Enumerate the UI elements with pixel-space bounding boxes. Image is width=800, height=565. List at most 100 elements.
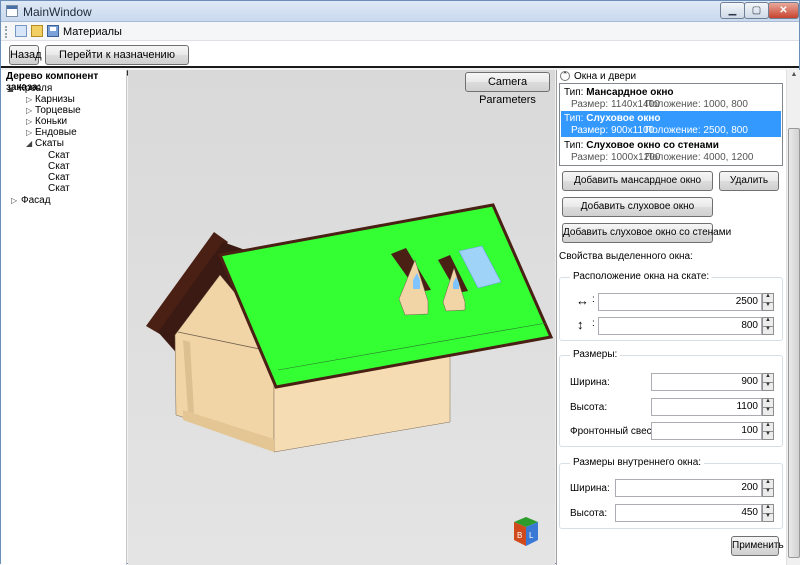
width-label: Ширина: bbox=[570, 377, 610, 388]
expand-arrow-icon[interactable]: ▷ bbox=[26, 128, 32, 137]
add-dormer-window-button[interactable]: Добавить слуховое окно bbox=[562, 197, 713, 217]
spinner-icon[interactable] bbox=[762, 398, 774, 416]
size-prefix: Размер: bbox=[571, 99, 609, 110]
back-button[interactable]: Назад bbox=[9, 45, 42, 65]
goto-materials-button[interactable]: Перейти к назначению материалов bbox=[45, 45, 189, 79]
tree-node-slope[interactable]: Скат bbox=[48, 172, 70, 183]
gable-overhang-label: Фронтонный свес: bbox=[570, 426, 655, 437]
inner-window-group: Размеры внутреннего окна: Ширина: 200 Вы… bbox=[559, 457, 783, 529]
tree-node-slope[interactable]: Скат bbox=[48, 183, 70, 194]
list-item[interactable]: Тип: Мансардное окно Размер: 1140x1400 П… bbox=[561, 85, 781, 111]
size-group: Размеры: Ширина: 900 Высота: 1100 Фронто… bbox=[559, 349, 783, 447]
toolbar-grip bbox=[5, 26, 8, 38]
inner-group-title: Размеры внутреннего окна: bbox=[570, 457, 705, 468]
cube-label-back: B bbox=[517, 531, 522, 540]
menu-materials[interactable]: Материалы bbox=[63, 26, 122, 38]
position-vertical-input[interactable]: 800 bbox=[598, 317, 762, 335]
inner-width-label: Ширина: bbox=[570, 483, 610, 494]
window-type: Слуховое окно bbox=[586, 113, 661, 124]
window-position: 4000, 1200 bbox=[703, 152, 754, 163]
tree-node-facade[interactable]: Фасад bbox=[21, 195, 51, 206]
title-bar: MainWindow ▁ ▢ ✕ bbox=[1, 1, 799, 22]
spinner-icon[interactable] bbox=[762, 479, 774, 497]
list-item-selected[interactable]: Тип: Слуховое окно Размер: 900x1100 Поло… bbox=[561, 111, 781, 137]
position-prefix: Положение: bbox=[645, 99, 701, 110]
expand-arrow-icon[interactable]: ▷ bbox=[26, 95, 32, 104]
toolbar: Материалы bbox=[1, 22, 799, 41]
expand-arrow-icon[interactable]: ▷ bbox=[26, 106, 32, 115]
new-document-icon[interactable] bbox=[15, 25, 27, 37]
roof-front-slope bbox=[217, 203, 554, 389]
spinner-icon[interactable] bbox=[762, 317, 774, 335]
spinner-icon[interactable] bbox=[762, 422, 774, 440]
size-group-title: Размеры: bbox=[570, 349, 621, 360]
delete-button[interactable]: Удалить bbox=[719, 171, 779, 191]
add-mansard-window-button[interactable]: Добавить мансардное окно bbox=[562, 171, 713, 191]
expand-arrow-icon[interactable]: ▷ bbox=[26, 117, 32, 126]
scrollbar-thumb[interactable] bbox=[788, 128, 800, 558]
save-icon[interactable] bbox=[47, 25, 59, 37]
window-position: 1000, 800 bbox=[703, 99, 748, 110]
maximize-button[interactable]: ▢ bbox=[744, 2, 769, 19]
window-position: 2500, 800 bbox=[703, 125, 748, 136]
tree-node-slope[interactable]: Скат bbox=[48, 161, 70, 172]
minimize-button[interactable]: ▁ bbox=[720, 2, 745, 19]
add-walled-dormer-button[interactable]: Добавить слуховое окно со стенами bbox=[562, 223, 731, 243]
position-horizontal-input[interactable]: 2500 bbox=[598, 293, 762, 311]
properties-label: Свойства выделенного окна: bbox=[559, 251, 693, 262]
gable-overhang-input[interactable]: 100 bbox=[651, 422, 762, 440]
windows-panel: ⌃ Окна и двери Тип: Мансардное окно Разм… bbox=[556, 70, 800, 565]
height-label: Высота: bbox=[570, 402, 608, 413]
type-prefix: Тип: bbox=[564, 87, 584, 98]
close-button[interactable]: ✕ bbox=[768, 2, 799, 19]
chevron-up-icon[interactable]: ⌃ bbox=[560, 71, 570, 81]
tree-node-ridges[interactable]: Коньки bbox=[35, 116, 67, 127]
component-tree: Дерево компонент заказа: ◢ Кровля ▷ Карн… bbox=[1, 70, 127, 565]
position-group-title: Расположение окна на скате: bbox=[570, 271, 713, 282]
height-input[interactable]: 1100 bbox=[651, 398, 762, 416]
tree-node-slope[interactable]: Скат bbox=[48, 150, 70, 161]
collapse-arrow-icon[interactable]: ◢ bbox=[7, 84, 13, 93]
section-title: Окна и двери bbox=[574, 71, 637, 82]
spinner-icon[interactable] bbox=[762, 293, 774, 311]
scroll-up-arrow-icon[interactable]: ▲ bbox=[788, 71, 800, 83]
3d-viewport[interactable]: B L Camera Parameters bbox=[128, 70, 555, 565]
open-folder-icon[interactable] bbox=[31, 25, 43, 37]
tree-node-eaves[interactable]: Карнизы bbox=[35, 94, 75, 105]
windows-list[interactable]: Тип: Мансардное окно Размер: 1140x1400 П… bbox=[559, 83, 783, 166]
list-item[interactable]: Тип: Слуховое окно со стенами Размер: 10… bbox=[561, 138, 781, 164]
house-3d-model[interactable]: B L bbox=[128, 70, 555, 565]
tree-node-roof[interactable]: Кровля bbox=[19, 83, 52, 94]
vertical-arrows-icon: ↕ bbox=[577, 317, 584, 332]
size-prefix: Размер: bbox=[571, 152, 609, 163]
width-input[interactable]: 900 bbox=[651, 373, 762, 391]
position-prefix: Положение: bbox=[645, 152, 701, 163]
vertical-scrollbar[interactable]: ▲ bbox=[786, 70, 800, 565]
inner-height-label: Высота: bbox=[570, 508, 608, 519]
cube-label-left: L bbox=[529, 531, 534, 540]
expand-arrow-icon[interactable]: ▷ bbox=[11, 196, 17, 205]
spinner-icon[interactable] bbox=[762, 373, 774, 391]
position-group: Расположение окна на скате: ↔: 2500 ↕: 8… bbox=[559, 271, 783, 341]
window-type: Мансардное окно bbox=[586, 87, 674, 98]
inner-width-input[interactable]: 200 bbox=[615, 479, 762, 497]
spinner-icon[interactable] bbox=[762, 504, 774, 522]
position-prefix: Положение: bbox=[645, 125, 701, 136]
window-app-icon bbox=[6, 5, 18, 17]
apply-button[interactable]: Применить bbox=[731, 536, 784, 556]
inner-height-input[interactable]: 450 bbox=[615, 504, 762, 522]
type-prefix: Тип: bbox=[564, 113, 584, 124]
orientation-cube[interactable]: B L bbox=[514, 517, 538, 546]
tree-node-gables[interactable]: Торцевые bbox=[35, 105, 81, 116]
main-window: MainWindow ▁ ▢ ✕ Материалы Назад Перейти… bbox=[0, 0, 800, 565]
type-prefix: Тип: bbox=[564, 140, 584, 151]
camera-parameters-button[interactable]: Camera Parameters bbox=[465, 72, 550, 106]
size-prefix: Размер: bbox=[571, 125, 609, 136]
tree-node-valleys[interactable]: Ендовые bbox=[35, 127, 77, 138]
window-type: Слуховое окно со стенами bbox=[586, 140, 719, 151]
navigation-bar: Назад Перейти к назначению материалов bbox=[1, 41, 799, 79]
horizontal-arrows-icon: ↔ bbox=[576, 293, 589, 308]
collapse-arrow-icon[interactable]: ◢ bbox=[26, 139, 32, 148]
tree-node-slopes[interactable]: Скаты bbox=[35, 138, 64, 149]
window-title: MainWindow bbox=[23, 5, 92, 19]
